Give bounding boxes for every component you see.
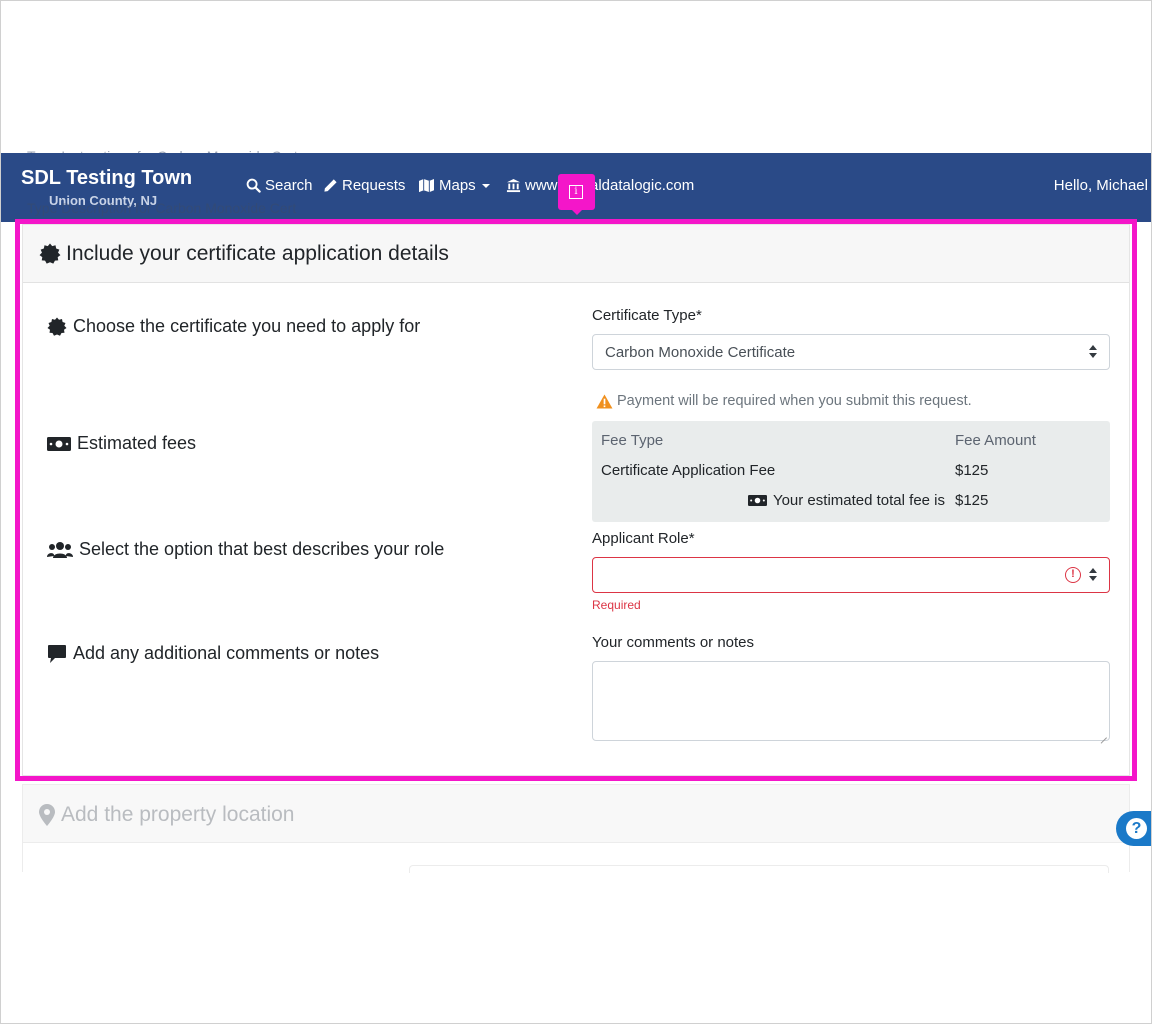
chevron-down-icon <box>481 183 490 188</box>
pencil-icon <box>324 179 337 192</box>
nav-requests-label: Requests <box>342 177 406 194</box>
map-marker-icon <box>39 804 55 826</box>
map-icon <box>419 178 434 193</box>
question-circle-icon: ? <box>1126 818 1147 839</box>
user-greeting[interactable]: Hello, Michael <box>1054 177 1148 194</box>
nav-search[interactable]: Search <box>246 177 313 194</box>
card2-title: Add the property location <box>39 803 294 827</box>
property-address-input[interactable] <box>409 865 1109 873</box>
nav-website-label: www. aldatalogic.com <box>525 177 695 194</box>
nav-maps[interactable]: Maps <box>418 177 492 194</box>
bank-icon <box>506 178 521 193</box>
property-location-card: Add the property location <box>22 784 1130 873</box>
nav-maps-label: Maps <box>439 177 476 194</box>
highlight-overlay <box>15 219 1137 781</box>
nav-search-label: Search <box>265 177 313 194</box>
brand-title[interactable]: SDL Testing Town <box>21 167 192 190</box>
nav-requests[interactable]: Requests <box>323 177 405 194</box>
nav-website-link[interactable]: www. aldatalogic.com <box>506 177 694 194</box>
info-icon: i <box>569 185 583 199</box>
card2-title-text: Add the property location <box>61 803 295 826</box>
search-icon <box>246 178 261 193</box>
info-tooltip-badge[interactable]: i <box>558 174 595 215</box>
help-button[interactable]: ? <box>1116 811 1152 846</box>
ghost-description-text: Type Description for Carbon Monoxide Cer… <box>27 200 297 216</box>
card2-header: Add the property location <box>23 785 1129 843</box>
